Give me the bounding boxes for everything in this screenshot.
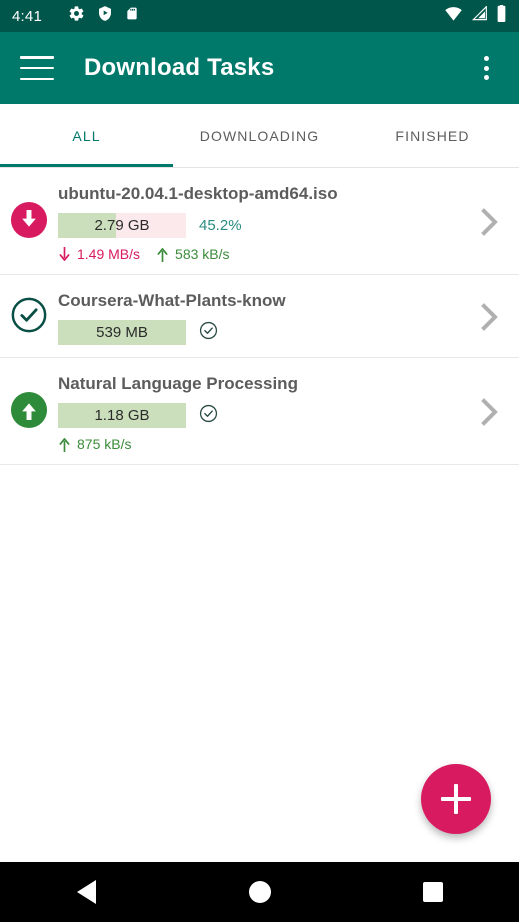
phone-screen: 4:41 Download Tasks ALL DOWNLOADING FINI…	[0, 0, 519, 922]
arrow-up-icon	[59, 437, 70, 452]
task-size: 1.18 GB	[94, 407, 150, 424]
content-area: ubuntu-20.04.1-desktop-amd64.iso 2.79 GB…	[0, 168, 519, 862]
task-status-icon-wrap	[0, 201, 58, 244]
shield-play-icon	[97, 5, 113, 27]
hamburger-menu-icon[interactable]	[20, 56, 54, 80]
check-circle-outline-icon	[10, 296, 48, 339]
task-details: ubuntu-20.04.1-desktop-amd64.iso 2.79 GB…	[58, 182, 475, 262]
task-status-icon-wrap	[0, 296, 58, 339]
android-nav-bar	[0, 862, 519, 922]
chevron-right-icon[interactable]	[475, 397, 505, 427]
more-vertical-icon[interactable]	[473, 51, 499, 85]
nav-home-button[interactable]	[173, 881, 346, 903]
task-list: ubuntu-20.04.1-desktop-amd64.iso 2.79 GB…	[0, 168, 519, 465]
progress-percent: 45.2%	[199, 217, 242, 234]
task-status-icon-wrap	[0, 391, 58, 434]
progress-bar: 1.18 GB	[58, 403, 186, 428]
progress-bar: 2.79 GB	[58, 213, 186, 238]
nav-recents-button[interactable]	[346, 882, 519, 902]
sd-card-icon	[125, 5, 139, 27]
status-bar: 4:41	[0, 0, 519, 32]
progress-bar: 539 MB	[58, 320, 186, 345]
task-size: 2.79 GB	[94, 217, 150, 234]
task-row[interactable]: ubuntu-20.04.1-desktop-amd64.iso 2.79 GB…	[0, 168, 519, 275]
recents-square-icon	[422, 882, 443, 902]
wifi-icon	[444, 6, 463, 26]
task-size: 539 MB	[96, 324, 148, 341]
task-progress-row: 539 MB	[58, 320, 475, 345]
task-title: ubuntu-20.04.1-desktop-amd64.iso	[58, 184, 338, 203]
task-title: Coursera-What-Plants-know	[58, 291, 286, 310]
download-speed: 1.49 MB/s	[58, 246, 140, 262]
upload-speed: 875 kB/s	[58, 436, 131, 452]
arrow-down-icon	[59, 246, 70, 261]
cell-signal-icon	[471, 5, 488, 26]
tab-all[interactable]: ALL	[0, 104, 173, 167]
home-circle-icon	[248, 881, 271, 903]
task-row[interactable]: Natural Language Processing 1.18 GB 875 …	[0, 358, 519, 465]
nav-back-button[interactable]	[0, 880, 173, 904]
add-task-fab[interactable]	[421, 764, 491, 834]
upload-speed-value: 875 kB/s	[77, 436, 132, 452]
upload-speed-value: 583 kB/s	[175, 246, 230, 262]
chevron-right-icon[interactable]	[475, 207, 505, 237]
status-bar-right	[444, 5, 507, 27]
page-title: Download Tasks	[84, 54, 275, 81]
task-speeds: 875 kB/s	[58, 436, 475, 452]
back-triangle-icon	[77, 880, 96, 904]
tab-bar: ALL DOWNLOADING FINISHED	[0, 104, 519, 168]
tab-active-indicator	[0, 164, 173, 167]
task-details: Natural Language Processing 1.18 GB 875 …	[58, 372, 475, 452]
download-circle-icon	[10, 201, 48, 244]
upload-speed: 583 kB/s	[156, 246, 230, 262]
chevron-right-icon[interactable]	[475, 302, 505, 332]
task-details: Coursera-What-Plants-know 539 MB	[58, 289, 475, 345]
arrow-up-icon	[157, 247, 168, 262]
tab-downloading[interactable]: DOWNLOADING	[173, 104, 346, 167]
task-speeds: 1.49 MB/s 583 kB/s	[58, 246, 475, 262]
task-progress-row: 2.79 GB 45.2%	[58, 213, 475, 238]
task-progress-row: 1.18 GB	[58, 403, 475, 428]
upload-circle-icon	[10, 391, 48, 434]
gear-icon	[68, 5, 85, 27]
task-complete-check-icon	[199, 321, 218, 345]
tab-finished[interactable]: FINISHED	[346, 104, 519, 167]
battery-icon	[496, 5, 507, 27]
app-bar: Download Tasks	[0, 32, 519, 104]
status-bar-left: 4:41	[12, 5, 444, 27]
task-complete-check-icon	[199, 404, 218, 428]
download-speed-value: 1.49 MB/s	[77, 246, 141, 262]
task-title: Natural Language Processing	[58, 374, 298, 393]
task-row[interactable]: Coursera-What-Plants-know 539 MB	[0, 275, 519, 358]
status-bar-clock: 4:41	[12, 7, 42, 25]
